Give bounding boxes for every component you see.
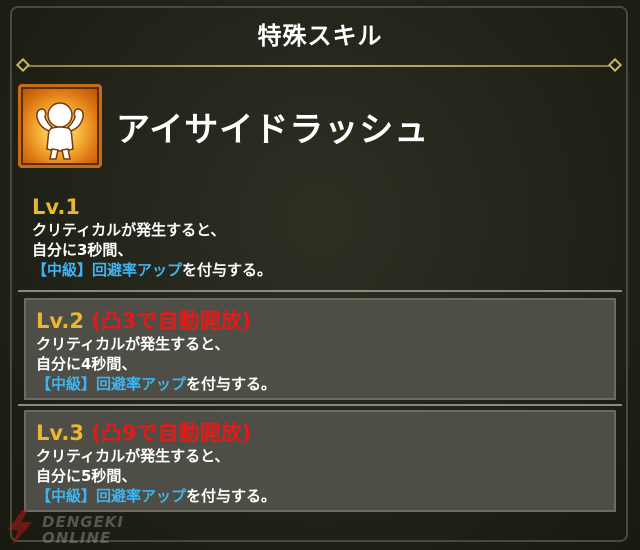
level-3-line-3: 【中級】回避率アップを付与する。 <box>36 486 614 506</box>
title-divider <box>24 65 616 67</box>
level-3-label: Lv.3 <box>36 421 84 445</box>
level-3-buff: 【中級】回避率アップ <box>36 487 187 505</box>
level-1-label: Lv.1 <box>32 195 80 219</box>
level-2-label: Lv.2 <box>36 309 84 333</box>
level-1-line-1: クリティカルが発生すると、 <box>32 221 226 239</box>
muscle-flex-icon <box>18 84 102 168</box>
level-2-suffix: を付与する。 <box>186 375 277 393</box>
skill-name: アイサイドラッシュ <box>116 110 430 150</box>
watermark-line-1: DENGEKI <box>42 513 125 531</box>
watermark-text: DENGEKI ONLINE <box>42 514 124 546</box>
level-1-suffix: を付与する。 <box>182 261 273 279</box>
level-1-block: Lv.1 クリティカルが発生すると、 自分に3秒間、 【中級】回避率アップを付与… <box>32 194 624 280</box>
level-2-line-2: 自分に4秒間、 <box>36 355 137 373</box>
level-3-block: Lv.3 (凸9で自動開放) クリティカルが発生すると、 自分に5秒間、 【中級… <box>24 410 616 512</box>
level-2-title: Lv.2 (凸3で自動開放) <box>36 308 614 334</box>
level-separator <box>18 404 622 406</box>
level-1-line-3: 【中級】回避率アップを付与する。 <box>32 260 624 280</box>
level-3-line-2: 自分に5秒間、 <box>36 467 137 485</box>
level-3-title: Lv.3 (凸9で自動開放) <box>36 420 614 446</box>
level-3-unlock: (凸9で自動開放) <box>91 421 252 445</box>
level-1-buff: 【中級】回避率アップ <box>32 261 183 279</box>
level-separator <box>18 290 622 292</box>
watermark-logo: DENGEKI ONLINE <box>2 508 152 548</box>
panel-title: 特殊スキル <box>257 22 383 50</box>
level-2-unlock: (凸3で自動開放) <box>91 309 252 333</box>
skill-panel: 特殊スキル アイサイドラッシュ Lv.1 クリティカルが発生すると、 自分に3秒… <box>0 0 640 550</box>
level-2-block: Lv.2 (凸3で自動開放) クリティカルが発生すると、 自分に4秒間、 【中級… <box>24 298 616 400</box>
level-1-title: Lv.1 <box>32 194 624 220</box>
lightning-logo-icon <box>8 510 32 546</box>
level-2-line-1: クリティカルが発生すると、 <box>36 335 230 353</box>
level-3-line-1: クリティカルが発生すると、 <box>36 447 230 465</box>
level-3-suffix: を付与する。 <box>186 487 277 505</box>
watermark-line-2: ONLINE <box>42 529 112 547</box>
level-2-line-3: 【中級】回避率アップを付与する。 <box>36 374 614 394</box>
level-1-line-2: 自分に3秒間、 <box>32 241 133 259</box>
level-2-buff: 【中級】回避率アップ <box>36 375 187 393</box>
